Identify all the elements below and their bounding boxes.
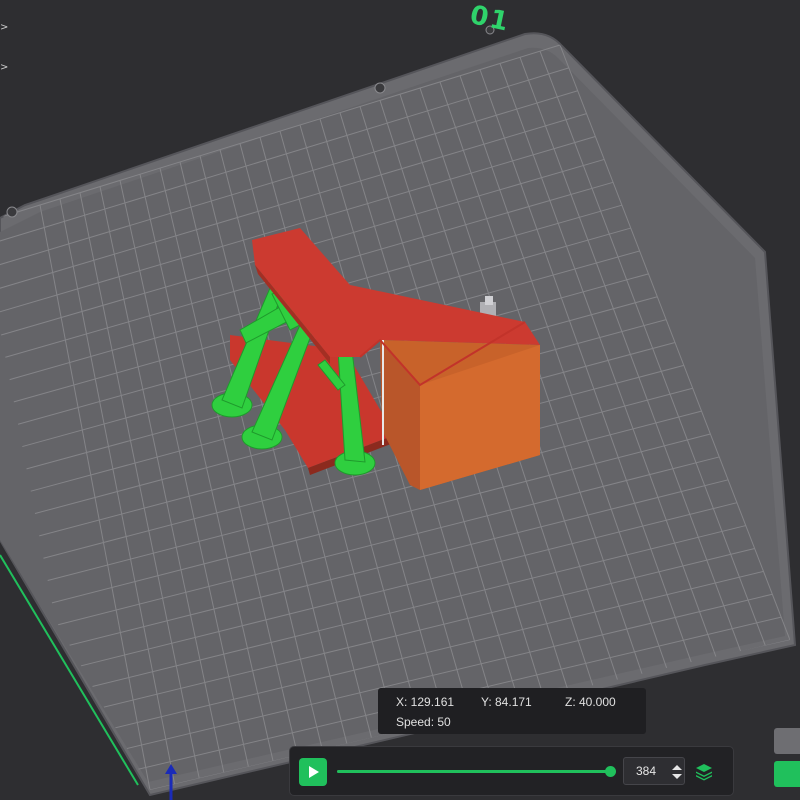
- slider-fill: [337, 770, 611, 773]
- 3d-viewport[interactable]: [0, 0, 800, 800]
- speed-readout: Speed: 50: [396, 715, 451, 729]
- x-coordinate: X: 129.161: [396, 695, 455, 709]
- slice-button[interactable]: [774, 761, 800, 787]
- layers-icon[interactable]: [695, 763, 713, 781]
- side-panel-button[interactable]: [774, 728, 800, 754]
- slider-thumb[interactable]: [605, 766, 617, 777]
- spin-arrows-icon[interactable]: [671, 764, 683, 780]
- playback-bar: 384: [289, 746, 734, 796]
- layer-slider[interactable]: [337, 766, 617, 777]
- z-coordinate: Z: 40.000: [565, 695, 616, 709]
- play-icon: [309, 766, 319, 778]
- play-button[interactable]: [299, 758, 327, 786]
- layer-number-value: 384: [636, 764, 657, 778]
- collapse-arrow-1[interactable]: >: [0, 22, 8, 33]
- coordinate-panel: X: 129.161 Y: 84.171 Z: 40.000 Speed: 50: [378, 688, 646, 734]
- collapse-arrow-2[interactable]: >: [0, 62, 8, 73]
- y-coordinate: Y: 84.171: [481, 695, 532, 709]
